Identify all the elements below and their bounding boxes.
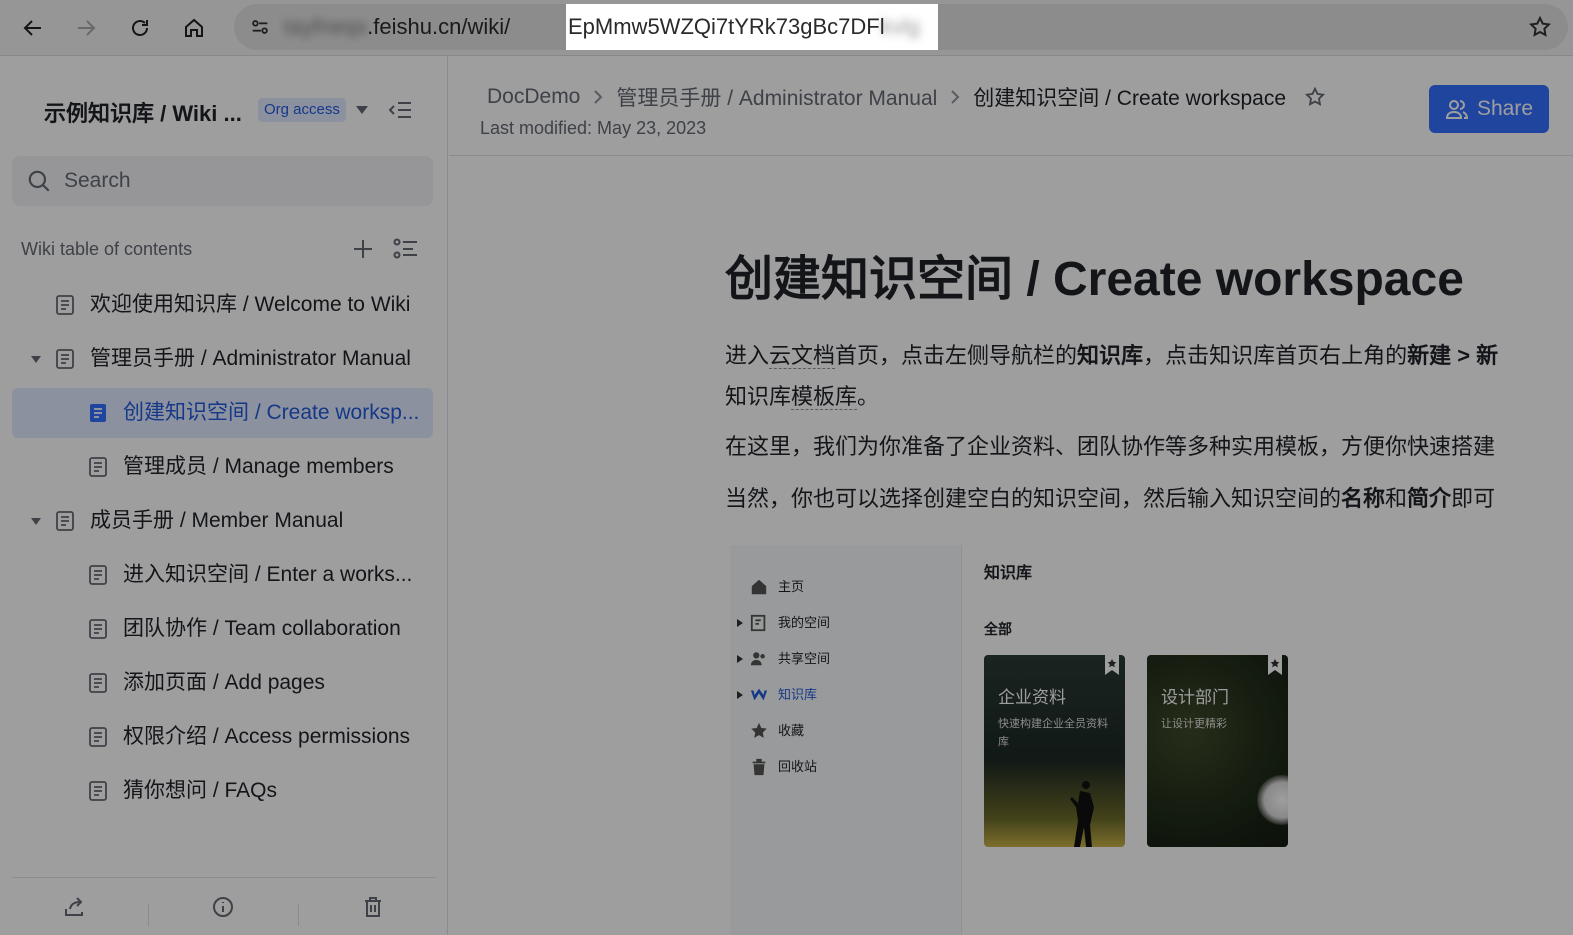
embed-nav-favorites: 收藏	[730, 717, 962, 745]
bookmark-star-icon[interactable]	[1526, 13, 1554, 41]
share-out-icon[interactable]	[59, 892, 89, 922]
sidebar-footer	[12, 877, 436, 935]
tree-item-team-collaboration[interactable]: 团队协作 / Team collaboration	[12, 604, 433, 654]
shared-space-icon	[750, 652, 765, 666]
sidebar: 示例知识库 / Wiki ... Org access Wiki table o…	[0, 56, 448, 935]
url-path: EpMmw5WZQi7tYRk73gBc7DFl	[568, 14, 885, 39]
tree-item-welcome[interactable]: 欢迎使用知识库 / Welcome to Wiki	[12, 280, 433, 330]
org-access-badge: Org access	[258, 98, 346, 122]
embed-heading: 知识库	[984, 565, 1033, 582]
paragraph-1-line-2: 知识库模板库。	[725, 384, 880, 410]
tree-item-access-permissions[interactable]: 权限介绍 / Access permissions	[12, 712, 433, 762]
wiki-logo-icon	[750, 688, 768, 701]
tree-item-manage-members[interactable]: 管理成员 / Manage members	[12, 442, 433, 492]
tree-item-admin-manual[interactable]: 管理员手册 / Administrator Manual	[12, 334, 433, 384]
document-icon	[56, 295, 74, 315]
tree-item-label: 欢迎使用知识库 / Welcome to Wiki	[90, 293, 411, 316]
document-body: 创建知识空间 / Create workspace 进入云文档首页，点击左侧导航…	[449, 157, 1573, 935]
tree-item-label: 成员手册 / Member Manual	[90, 509, 344, 532]
embed-nav-home: 主页	[730, 573, 962, 601]
golfer-silhouette	[1070, 781, 1094, 847]
embed-nav-trash: 回收站	[730, 753, 962, 781]
home-icon	[751, 579, 767, 595]
tree-item-label: 猜你想问 / FAQs	[123, 779, 278, 802]
document-icon	[89, 457, 107, 477]
template-card: 企业资料 快速构建企业全员资料库	[984, 655, 1125, 847]
back-arrow-icon[interactable]	[13, 8, 53, 48]
tree-item-label: 添加页面 / Add pages	[123, 671, 325, 694]
search-icon	[28, 170, 50, 192]
document-icon	[90, 404, 106, 422]
template-card: 设计部门 让设计更精彩	[1147, 655, 1288, 847]
embedded-screenshot[interactable]: 主页 我的空间 共享空间 知识库 收藏 回收站 知识库 全部 企业资料 快速构建…	[730, 545, 1573, 935]
embed-nav-shared-space: 共享空间	[730, 645, 962, 673]
paragraph-3: 当然，你也可以选择创建空白的知识空间，然后输入知识空间的名称和简介即可	[725, 486, 1496, 511]
info-icon[interactable]	[208, 892, 238, 922]
my-space-icon	[750, 614, 766, 632]
share-label: Share	[1476, 97, 1534, 120]
tree-item-add-pages[interactable]: 添加页面 / Add pages	[12, 658, 433, 708]
url-highlight: EpMmw5WZQi7tYRk73gBc7DFl kvlg	[566, 4, 938, 50]
paragraph-1: 进入云文档首页，点击左侧导航栏的知识库，点击知识库首页右上角的新建 > 新	[725, 343, 1499, 369]
tree-item-label: 权限介绍 / Access permissions	[123, 725, 411, 748]
breadcrumb-item[interactable]: 管理员手册 / Administrator Manual	[616, 82, 937, 112]
trash-icon	[752, 758, 766, 776]
embed-nav-wiki: 知识库	[730, 681, 962, 709]
doc-header: DocDemo 管理员手册 / Administrator Manual 创建知…	[449, 56, 1573, 156]
breadcrumb: DocDemo 管理员手册 / Administrator Manual 创建知…	[487, 82, 1326, 112]
document-icon	[56, 349, 74, 369]
toc-label: Wiki table of contents	[21, 239, 193, 259]
chevron-right-icon	[949, 90, 961, 104]
collapse-sidebar-icon[interactable]	[386, 96, 414, 124]
search-input[interactable]	[64, 156, 424, 206]
expand-caret-icon[interactable]	[28, 513, 44, 529]
home-icon[interactable]	[174, 8, 214, 48]
embed-main: 知识库 全部 企业资料 快速构建企业全员资料库 设计部门 让设计更精彩	[962, 545, 1573, 935]
document-icon	[89, 673, 107, 693]
tree-item-label: 管理成员 / Manage members	[123, 455, 394, 478]
trash-icon[interactable]	[358, 892, 388, 922]
tree-item-label: 进入知识空间 / Enter a works...	[123, 563, 413, 586]
embed-nav-my-space: 我的空间	[730, 609, 962, 637]
paragraph-2: 在这里，我们为你准备了企业资料、团队协作等多种实用模板，方便你快速搭建	[725, 434, 1496, 459]
document-icon	[89, 565, 107, 585]
star-icon	[751, 722, 767, 738]
wiki-title[interactable]: 示例知识库 / Wiki ...	[44, 96, 242, 128]
expand-caret-icon[interactable]	[28, 351, 44, 367]
document-icon	[89, 619, 107, 639]
last-modified: Last modified: May 23, 2023	[480, 118, 707, 138]
tree-item-member-manual[interactable]: 成员手册 / Member Manual	[12, 496, 433, 546]
tree-item-label: 创建知识空间 / Create worksp...	[123, 401, 420, 424]
url-text: tayfneqs.feishu.cn/wiki/	[284, 14, 511, 39]
forward-arrow-icon[interactable]	[66, 8, 106, 48]
tree-item-create-workspace[interactable]: 创建知识空间 / Create worksp...	[12, 388, 433, 438]
document-icon	[56, 511, 74, 531]
users-icon	[1445, 100, 1468, 119]
tree-options-icon[interactable]	[392, 236, 420, 262]
bookmark-icon	[1105, 655, 1119, 675]
add-page-icon[interactable]	[350, 236, 376, 262]
embed-sidebar: 主页 我的空间 共享空间 知识库 收藏 回收站	[730, 545, 962, 935]
tree-item-label: 管理员手册 / Administrator Manual	[90, 347, 411, 370]
share-button[interactable]: Share	[1429, 85, 1549, 133]
breadcrumb-item[interactable]: DocDemo	[487, 85, 580, 109]
bookmark-icon	[1268, 655, 1282, 675]
document-icon	[89, 727, 107, 747]
embed-all-label: 全部	[984, 621, 1012, 637]
search-box[interactable]	[12, 156, 433, 206]
flower-image	[1257, 775, 1288, 825]
caret-down-icon[interactable]	[352, 100, 372, 120]
reload-icon[interactable]	[120, 8, 160, 48]
breadcrumb-current: 创建知识空间 / Create workspace	[973, 87, 1287, 110]
document-icon	[89, 781, 107, 801]
tree-item-faqs[interactable]: 猜你想问 / FAQs	[12, 766, 433, 816]
tree-item-label: 团队协作 / Team collaboration	[123, 617, 401, 640]
site-info-icon[interactable]	[244, 11, 276, 43]
document-title: 创建知识空间 / Create workspace	[725, 253, 1464, 306]
chevron-right-icon	[592, 90, 604, 104]
url-domain: .feishu.cn/wiki/	[367, 14, 511, 39]
tree-item-enter-workspace[interactable]: 进入知识空间 / Enter a works...	[12, 550, 433, 600]
favorite-star-icon[interactable]	[1304, 86, 1326, 108]
